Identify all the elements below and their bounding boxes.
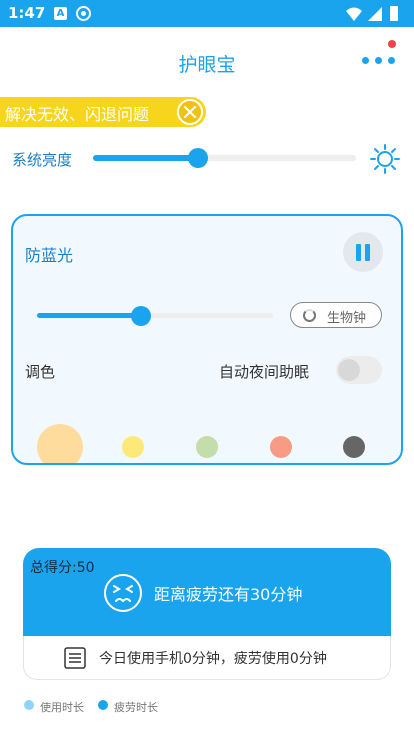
total-score: 总得分:50: [30, 560, 95, 576]
banner-text: 解决无效、闪退问题: [5, 105, 150, 124]
color-swatch-salmon[interactable]: [270, 436, 292, 458]
brightness-slider-fill: [93, 155, 199, 161]
tired-face-icon: [104, 574, 142, 612]
signal-icon: [368, 7, 382, 21]
legend-label-fatigue: 疲劳时长: [114, 701, 158, 714]
status-time: 1:47: [8, 4, 46, 22]
bio-clock-label: 生物钟: [327, 311, 367, 326]
sun-icon[interactable]: [369, 143, 401, 175]
dot-icon: [388, 57, 395, 64]
tint-label: 调色: [25, 363, 56, 381]
fatigue-message: 距离疲劳还有30分钟: [154, 585, 303, 604]
usage-summary: 今日使用手机0分钟，疲劳使用0分钟: [23, 636, 391, 680]
brightness-slider-thumb[interactable]: [188, 148, 209, 168]
night-mode-toggle[interactable]: [336, 356, 382, 384]
page-title: 护眼宝: [178, 54, 236, 76]
pause-button[interactable]: [343, 232, 383, 272]
filter-intensity-thumb[interactable]: [130, 305, 151, 326]
usage-text: 今日使用手机0分钟，疲劳使用0分钟: [99, 651, 327, 667]
legend-dot-usage: [24, 700, 34, 710]
brightness-slider[interactable]: [93, 148, 356, 168]
dot-icon: [375, 57, 382, 64]
battery-icon: [390, 6, 398, 21]
dot-icon: [362, 57, 369, 64]
fix-issues-banner[interactable]: 解决无效、闪退问题: [0, 97, 206, 127]
wifi-icon: [346, 7, 362, 21]
legend-label-usage: 使用时长: [40, 701, 84, 714]
fatigue-score-card: 总得分:50 距离疲劳还有30分钟: [23, 548, 391, 636]
blue-light-title: 防蓝光: [25, 246, 74, 265]
banner-close-button[interactable]: [177, 99, 203, 125]
color-swatch-green[interactable]: [196, 436, 218, 458]
filter-intensity-fill: [37, 313, 141, 318]
status-indicators: [346, 6, 398, 21]
legend-dot-fatigue: [98, 700, 108, 710]
app-notification-icon: A: [54, 7, 67, 20]
pause-icon: [356, 244, 361, 261]
night-mode-label: 自动夜间助眠: [219, 363, 310, 381]
loading-icon: [303, 309, 316, 322]
more-menu-button[interactable]: [362, 57, 398, 67]
blue-light-card: 防蓝光 生物钟 调色 自动夜间助眠: [11, 214, 403, 465]
status-bar: 1:47 A: [0, 0, 414, 27]
color-swatch-warm[interactable]: [37, 424, 83, 463]
color-swatch-gray[interactable]: [343, 436, 365, 458]
close-icon: [183, 105, 197, 119]
notification-dot: [388, 40, 396, 48]
night-mode-toggle-knob: [338, 359, 360, 381]
filter-intensity-slider[interactable]: [37, 305, 273, 326]
sync-icon: [76, 6, 91, 21]
pause-icon: [365, 244, 370, 261]
color-swatch-yellow[interactable]: [122, 436, 144, 458]
list-icon: [64, 647, 86, 669]
brightness-label: 系统亮度: [12, 151, 73, 169]
bio-clock-button[interactable]: 生物钟: [290, 302, 382, 328]
